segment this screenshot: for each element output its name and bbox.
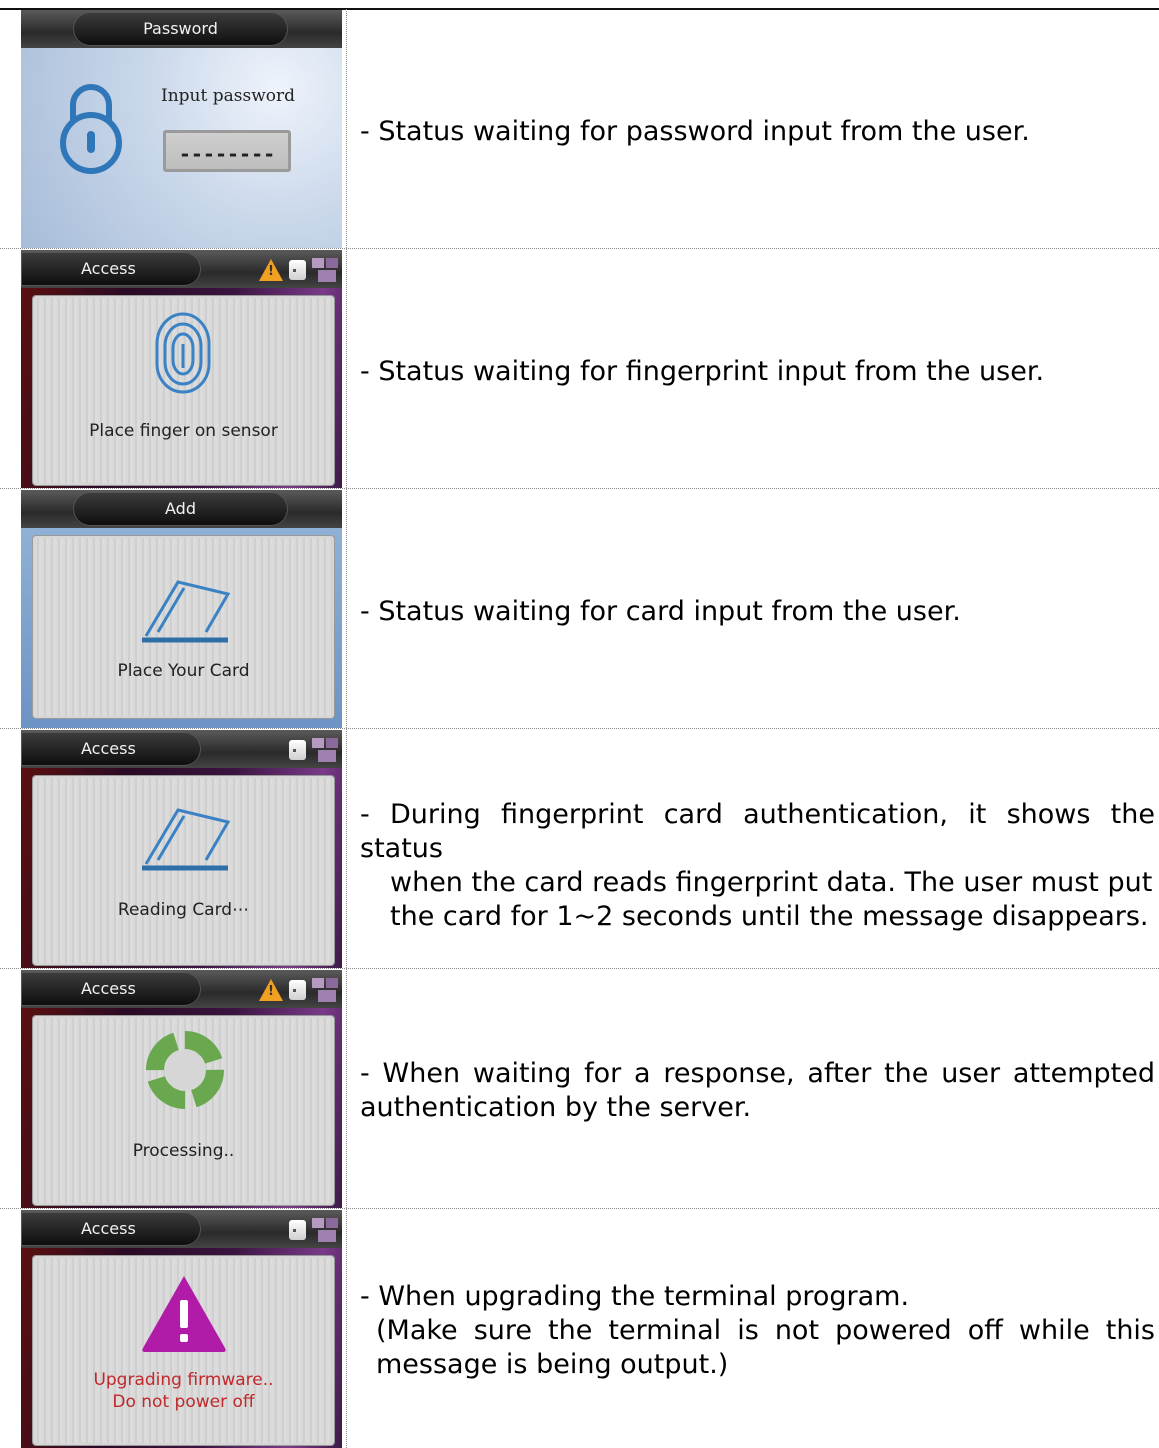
description-line: - When waiting for a response, after the… bbox=[360, 1058, 1155, 1089]
description-line: - When upgrading the terminal program. bbox=[360, 1281, 910, 1312]
message-panel: Upgrading firmware.. Do not power off bbox=[33, 1256, 334, 1445]
card-status-icon bbox=[289, 980, 306, 1000]
warning-icon: ! bbox=[259, 979, 283, 1001]
warning-icon: ! bbox=[259, 259, 283, 281]
description-line: (Make sure the terminal is not powered o… bbox=[376, 1315, 1155, 1346]
description-line: the card for 1~2 seconds until the messa… bbox=[390, 901, 1149, 932]
card-icon bbox=[142, 580, 231, 643]
row-divider bbox=[0, 488, 1159, 489]
card-status-icon bbox=[289, 740, 306, 760]
row-divider bbox=[0, 248, 1159, 249]
screen-title: Access bbox=[21, 252, 201, 286]
card-icon bbox=[142, 808, 231, 871]
reading-card-status: Reading Card⋯ bbox=[117, 900, 250, 920]
card-prompt: Place Your Card bbox=[117, 661, 250, 681]
description-line: message is being output.) bbox=[376, 1349, 729, 1380]
message-panel: Place Your Card bbox=[33, 536, 334, 718]
password-screen: Password Input password -------- bbox=[21, 10, 342, 248]
status-icons bbox=[289, 738, 338, 762]
password-description: - Status waiting for password input from… bbox=[360, 116, 1030, 147]
fingerprint-icon bbox=[155, 312, 211, 394]
upgrade-status-line1: Upgrading firmware.. bbox=[93, 1370, 274, 1390]
message-panel: Processing.. bbox=[33, 1016, 334, 1205]
processing-screen: Access ! Processing.. bbox=[21, 970, 342, 1208]
status-icons: ! bbox=[259, 978, 338, 1002]
row-divider bbox=[0, 728, 1159, 729]
screen-title: Access bbox=[21, 732, 201, 766]
fingerprint-screen: Access ! Place finger on sensor bbox=[21, 250, 342, 488]
upgrade-status-line2: Do not power off bbox=[112, 1392, 255, 1412]
reading-card-screen: Access Reading Card⋯ bbox=[21, 730, 342, 968]
description-line: authentication by the server. bbox=[360, 1092, 752, 1123]
fingerprint-prompt: Place finger on sensor bbox=[89, 421, 278, 441]
firmware-upgrade-screen: Access Upgrading firmware.. Do not power… bbox=[21, 1210, 342, 1448]
message-panel: Reading Card⋯ bbox=[33, 776, 334, 965]
description-line: when the card reads fingerprint data. Th… bbox=[390, 867, 1153, 898]
message-panel: Place finger on sensor bbox=[33, 296, 334, 485]
card-screen: Add Place Your Card bbox=[21, 490, 342, 728]
screen-title: Password bbox=[73, 12, 288, 46]
processing-status: Processing.. bbox=[132, 1141, 235, 1161]
alert-icon bbox=[142, 1276, 226, 1352]
device-status-table: Password Input password -------- - Statu… bbox=[0, 0, 1159, 1448]
lock-icon bbox=[60, 84, 122, 174]
row-divider bbox=[0, 968, 1159, 969]
password-prompt: Input password bbox=[161, 86, 295, 106]
row-divider bbox=[0, 1208, 1159, 1209]
reading-card-description: - During fingerprint card authentication… bbox=[360, 798, 1155, 934]
processing-description: - When waiting for a response, after the… bbox=[360, 1057, 1155, 1125]
status-icons bbox=[289, 1218, 338, 1242]
description-line: - During fingerprint card authentication… bbox=[360, 799, 1155, 864]
status-icons: ! bbox=[259, 258, 338, 282]
network-icon bbox=[312, 258, 338, 282]
screen-title: Access bbox=[21, 972, 201, 1006]
network-icon bbox=[312, 738, 338, 762]
card-status-icon bbox=[289, 1220, 306, 1240]
password-field[interactable]: -------- bbox=[163, 130, 291, 172]
screen-title: Access bbox=[21, 1212, 201, 1246]
firmware-upgrade-description: - When upgrading the terminal program. (… bbox=[360, 1280, 1155, 1382]
screen-title: Add bbox=[73, 492, 288, 526]
processing-icon bbox=[146, 1031, 224, 1109]
network-icon bbox=[312, 978, 338, 1002]
network-icon bbox=[312, 1218, 338, 1242]
card-description: - Status waiting for card input from the… bbox=[360, 596, 961, 627]
fingerprint-description: - Status waiting for fingerprint input f… bbox=[360, 356, 1045, 387]
card-status-icon bbox=[289, 260, 306, 280]
